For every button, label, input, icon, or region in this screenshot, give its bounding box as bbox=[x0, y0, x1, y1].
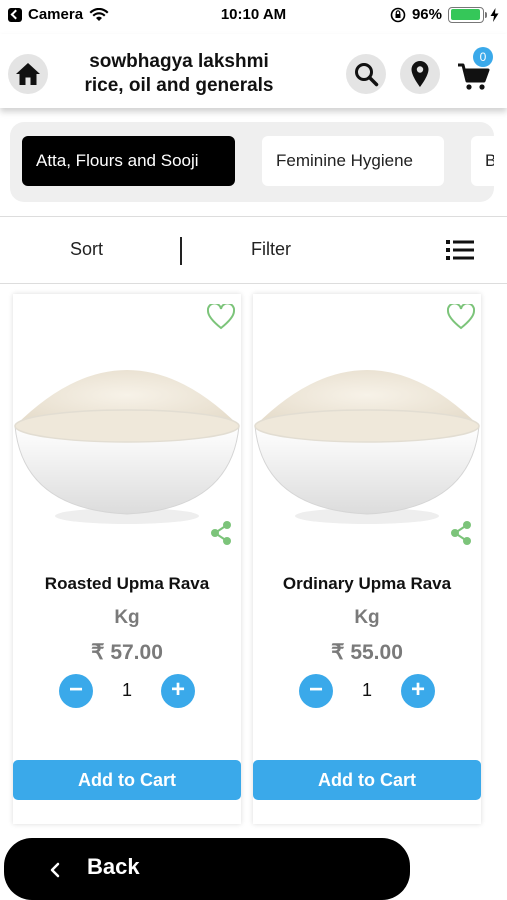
home-button[interactable] bbox=[8, 54, 48, 94]
category-strip[interactable]: Atta, Flours and Sooji Feminine Hygiene … bbox=[10, 122, 494, 202]
product-image[interactable] bbox=[13, 304, 241, 544]
product-image[interactable] bbox=[253, 304, 481, 544]
category-chip-atta[interactable]: Atta, Flours and Sooji bbox=[22, 136, 235, 186]
store-title-line2: rice, oil and generals bbox=[84, 75, 274, 96]
charging-icon bbox=[490, 7, 499, 22]
store-title: sowbhagya lakshmi rice, oil and generals bbox=[64, 50, 294, 98]
sort-filter-divider bbox=[180, 237, 182, 265]
orientation-lock-icon bbox=[390, 7, 406, 22]
status-bar: 10:10 AM Camera 96% bbox=[0, 0, 507, 30]
chevron-left-icon bbox=[50, 862, 60, 878]
add-to-cart-button[interactable]: Add to Cart bbox=[253, 760, 481, 800]
sort-filter-bar: Sort Filter bbox=[0, 216, 507, 284]
list-view-icon[interactable] bbox=[446, 239, 474, 261]
product-price: ₹ 55.00 bbox=[331, 641, 403, 664]
quantity-stepper: − 1 + bbox=[59, 674, 195, 708]
wishlist-heart-icon[interactable] bbox=[207, 304, 235, 330]
category-chip-partial[interactable]: B bbox=[471, 136, 494, 186]
increment-button[interactable]: + bbox=[401, 674, 435, 708]
product-price: ₹ 57.00 bbox=[91, 641, 163, 664]
back-label: Back bbox=[87, 854, 140, 879]
status-left[interactable]: Camera bbox=[8, 6, 109, 23]
category-chip-feminine-hygiene[interactable]: Feminine Hygiene bbox=[262, 136, 444, 186]
cart-count-badge: 0 bbox=[473, 47, 493, 67]
share-icon[interactable] bbox=[209, 520, 233, 546]
product-name[interactable]: Ordinary Upma Rava bbox=[253, 574, 481, 594]
status-right: 96% bbox=[390, 6, 499, 23]
wifi-icon bbox=[89, 7, 109, 21]
app-screen: 10:10 AM Camera 96% sowbhagya lakshmi ri… bbox=[0, 0, 507, 900]
location-button[interactable] bbox=[400, 54, 440, 94]
back-button[interactable]: Back bbox=[4, 838, 410, 900]
sort-button[interactable]: Sort bbox=[70, 239, 103, 260]
home-icon bbox=[16, 63, 40, 85]
wishlist-heart-icon[interactable] bbox=[447, 304, 475, 330]
back-to-app-icon[interactable] bbox=[8, 7, 22, 22]
battery-icon bbox=[448, 6, 487, 23]
location-pin-icon bbox=[411, 61, 429, 87]
decrement-button[interactable]: − bbox=[299, 674, 333, 708]
app-header: sowbhagya lakshmi rice, oil and generals… bbox=[0, 34, 507, 108]
add-to-cart-button[interactable]: Add to Cart bbox=[13, 760, 241, 800]
quantity-value: 1 bbox=[361, 680, 372, 700]
product-card[interactable]: Roasted Upma Rava Kg ₹ 57.00 − 1 + Add t… bbox=[13, 294, 241, 824]
decrement-button[interactable]: − bbox=[59, 674, 93, 708]
carrier-label: Camera bbox=[28, 6, 84, 23]
search-icon bbox=[355, 63, 379, 87]
product-unit: Kg bbox=[354, 607, 380, 628]
product-card[interactable]: Ordinary Upma Rava Kg ₹ 55.00 − 1 + Add … bbox=[253, 294, 481, 824]
filter-button[interactable]: Filter bbox=[251, 239, 291, 260]
product-unit: Kg bbox=[114, 607, 140, 628]
quantity-stepper: − 1 + bbox=[299, 674, 435, 708]
product-name[interactable]: Roasted Upma Rava bbox=[13, 574, 241, 594]
quantity-value: 1 bbox=[121, 680, 132, 700]
share-icon[interactable] bbox=[449, 520, 473, 546]
battery-percent: 96% bbox=[411, 6, 442, 23]
battery-fill bbox=[450, 9, 481, 20]
store-title-line1: sowbhagya lakshmi bbox=[89, 51, 269, 72]
search-button[interactable] bbox=[346, 54, 386, 94]
increment-button[interactable]: + bbox=[161, 674, 195, 708]
